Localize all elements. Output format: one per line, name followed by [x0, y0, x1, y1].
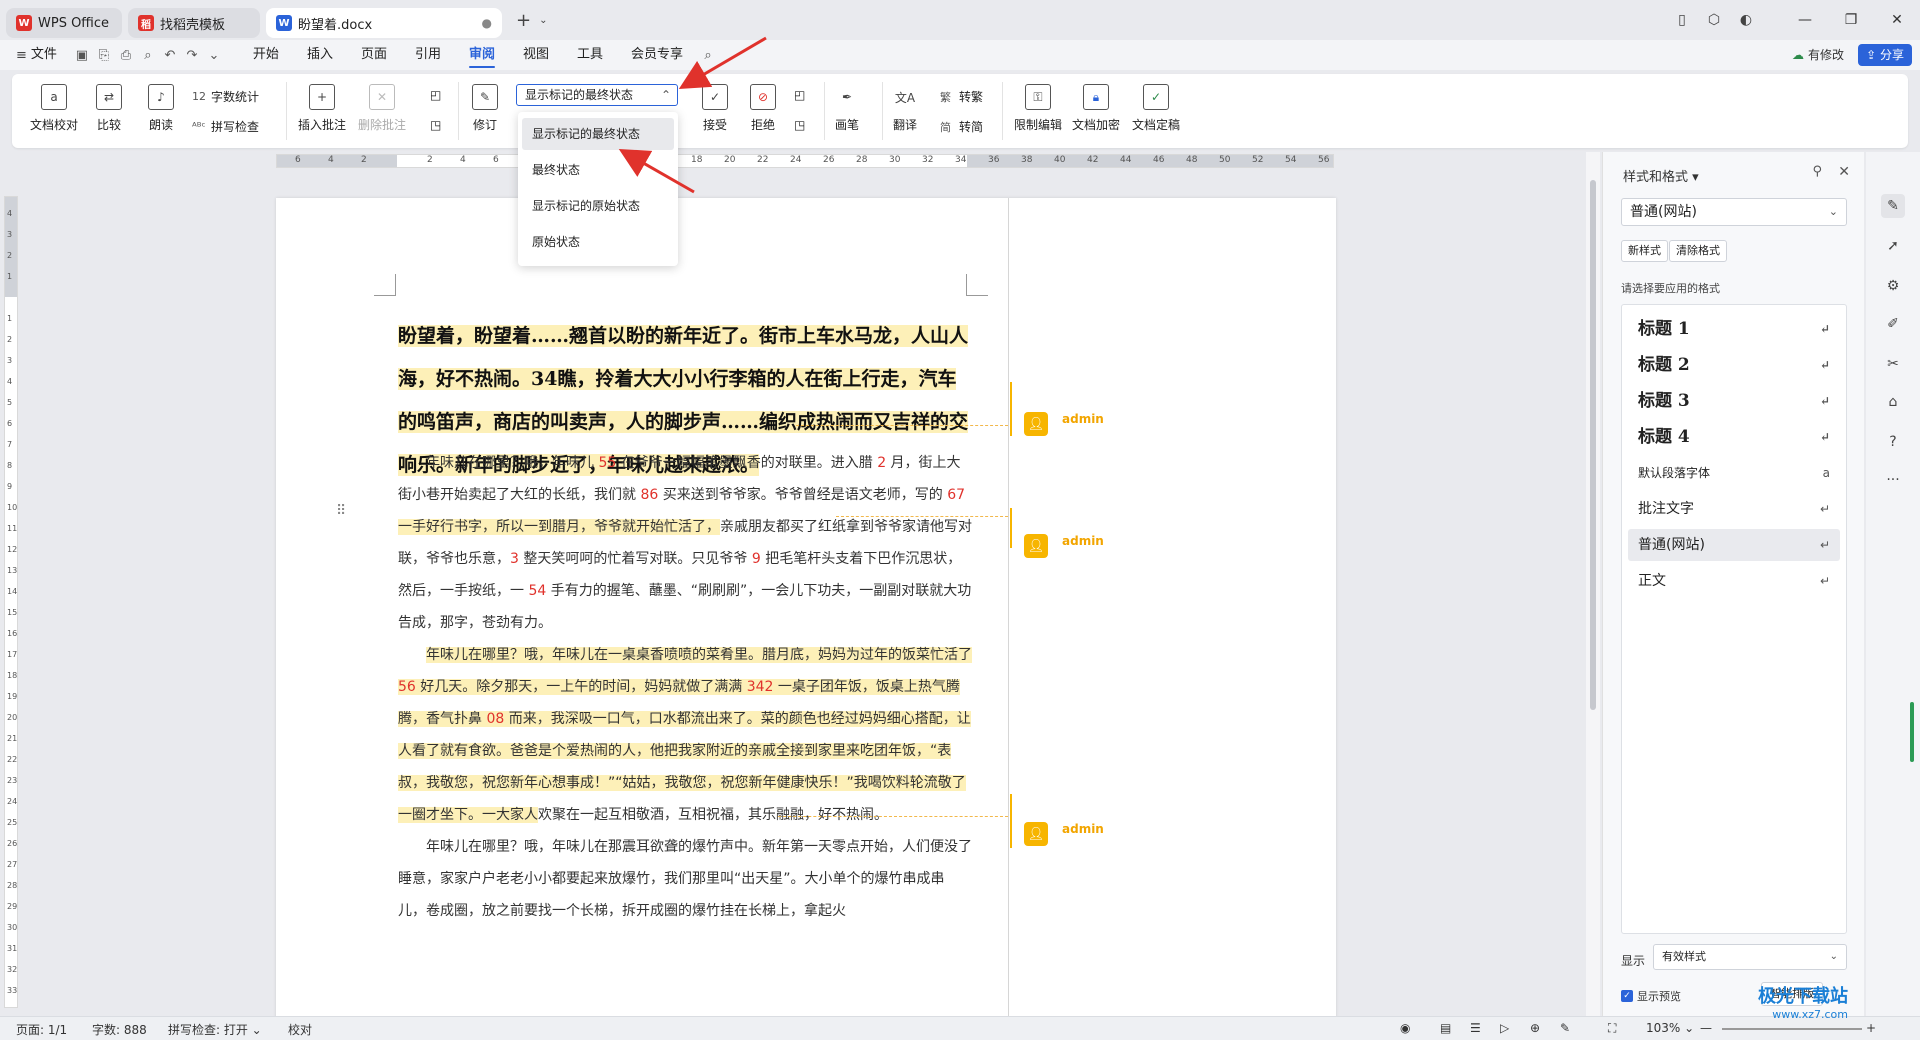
annotation-arrows	[618, 36, 767, 194]
arrow-to-option	[618, 149, 695, 194]
watermark: 极光下载站 www.xz7.com	[1758, 986, 1848, 1021]
arrow-to-dropdown	[678, 36, 767, 90]
